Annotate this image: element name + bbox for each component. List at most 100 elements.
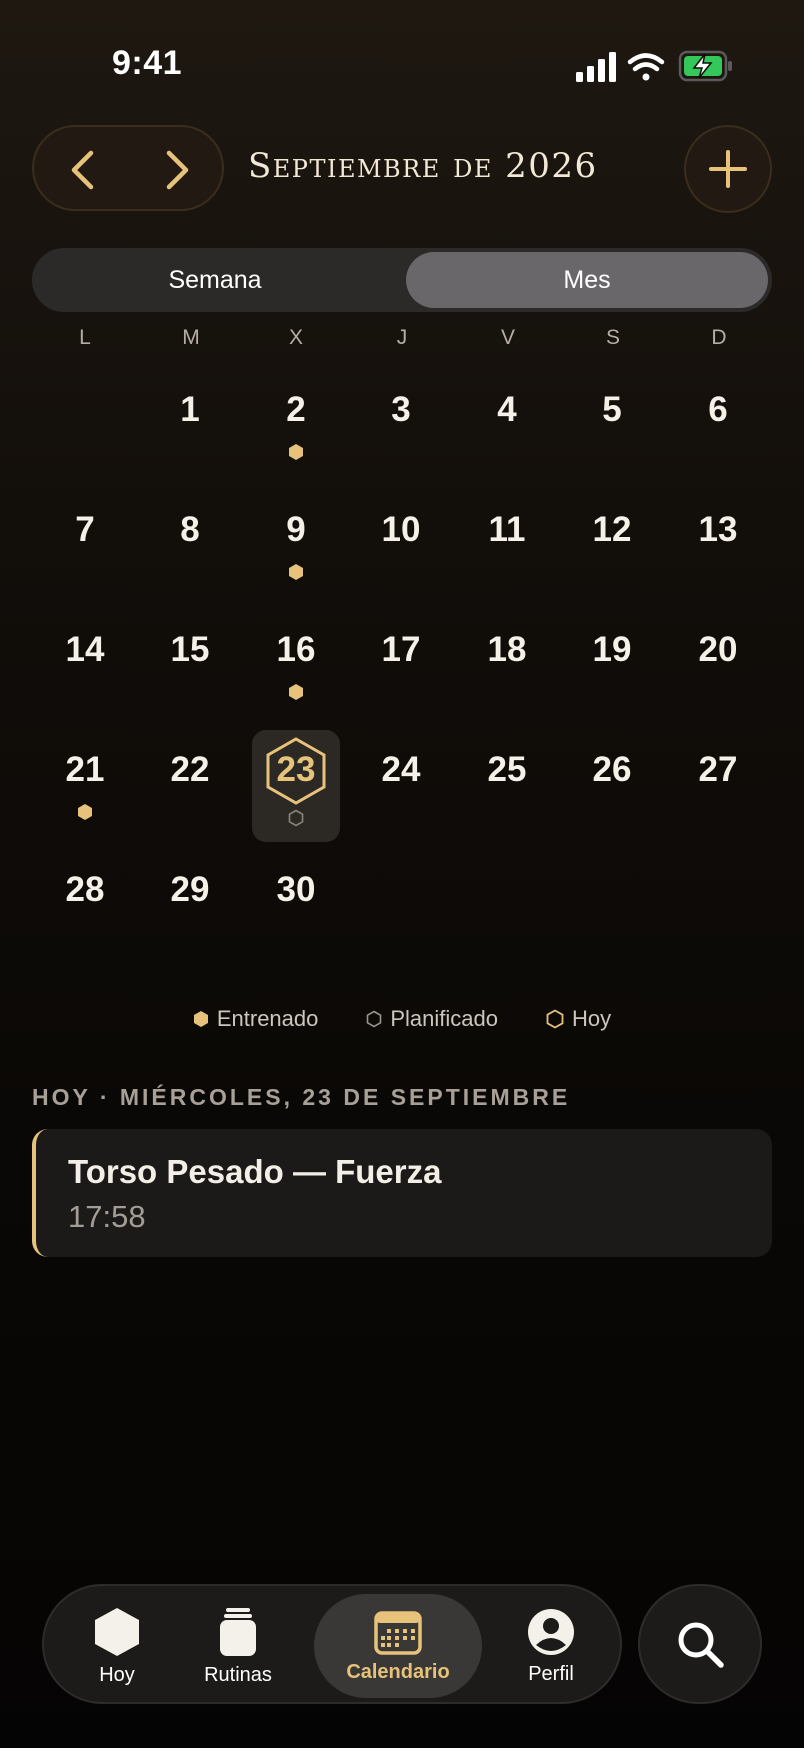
- tab-calendario[interactable]: Calendario: [314, 1594, 482, 1698]
- day-number: 3: [391, 390, 411, 429]
- workout-card[interactable]: Torso Pesado — Fuerza 17:58: [32, 1129, 772, 1257]
- calendar-day[interactable]: 21: [35, 740, 135, 850]
- calendar-day[interactable]: 20: [668, 620, 768, 730]
- calendar-day[interactable]: 5: [562, 380, 662, 490]
- calendar-day[interactable]: 19: [562, 620, 662, 730]
- planned-marker-icon: [288, 809, 304, 827]
- day-number: 24: [381, 750, 421, 789]
- day-number: 28: [65, 870, 105, 909]
- calendar-day[interactable]: 17: [351, 620, 451, 730]
- legend-planned-label: Planificado: [390, 1006, 499, 1031]
- workout-time: 17:58: [68, 1199, 146, 1234]
- tab-hoy[interactable]: Hoy: [62, 1594, 172, 1698]
- tab-bar: Hoy Rutinas Calendario Perfil: [42, 1584, 622, 1704]
- day-number: 16: [276, 630, 316, 669]
- trained-marker-icon: [289, 564, 303, 580]
- month-navigation: [32, 125, 224, 211]
- day-number: 17: [381, 630, 421, 669]
- weekday-label: X: [288, 326, 303, 349]
- profile-icon: [528, 1608, 574, 1655]
- weekday-label: M: [182, 326, 200, 349]
- calendar-day[interactable]: 3: [351, 380, 451, 490]
- calendar-day[interactable]: 27: [668, 740, 768, 850]
- day-number: 8: [180, 510, 200, 549]
- calendar-day[interactable]: 4: [457, 380, 557, 490]
- weekday-label: S: [605, 326, 620, 349]
- legend-trained-label: Entrenado: [216, 1006, 319, 1031]
- tab-label: Hoy: [99, 1663, 135, 1686]
- search-button[interactable]: [638, 1584, 762, 1704]
- tab-week[interactable]: Semana: [36, 252, 394, 308]
- day-number: 19: [592, 630, 632, 669]
- calendar-day[interactable]: 8: [140, 500, 240, 610]
- calendar-day[interactable]: 2: [246, 380, 346, 490]
- day-number: 15: [170, 630, 210, 669]
- legend-planned: Planificado: [366, 1006, 498, 1032]
- calendar-day[interactable]: 6: [668, 380, 768, 490]
- calendar-day[interactable]: 29: [140, 860, 240, 970]
- day-number: 23: [276, 750, 316, 789]
- calendar-day[interactable]: 22: [140, 740, 240, 850]
- calendar-grid: 1 2 3 4 5 6 7 8 9 10 11 12 13 14 15 16 17 18 19 20 21 22 23 24 2…: [0, 380, 804, 940]
- calendar-day[interactable]: 25: [457, 740, 557, 850]
- calendar-day[interactable]: 10: [351, 500, 451, 610]
- search-icon: [678, 1622, 724, 1668]
- day-number: 4: [497, 390, 517, 429]
- trained-marker-icon: [289, 444, 303, 460]
- today-hexagon-icon: [546, 1009, 564, 1029]
- day-number: 2: [286, 390, 306, 429]
- tab-label: Calendario: [346, 1660, 450, 1683]
- weekday-label: L: [79, 326, 91, 349]
- battery-icon: [678, 50, 732, 82]
- day-number: 11: [488, 510, 526, 549]
- calendar-day[interactable]: 7: [35, 500, 135, 610]
- section-title: HOY · MIÉRCOLES, 23 DE SEPTIEMBRE: [32, 1084, 571, 1110]
- calendar-legend: Entrenado Planificado Hoy: [0, 1006, 804, 1032]
- tab-month[interactable]: Mes: [406, 252, 768, 308]
- trained-marker-icon: [78, 804, 92, 820]
- day-number: 13: [698, 510, 738, 549]
- calendar-day[interactable]: 12: [562, 500, 662, 610]
- calendar-day[interactable]: 30: [246, 860, 346, 970]
- day-number: 5: [602, 390, 622, 429]
- add-workout-button[interactable]: [684, 125, 772, 213]
- calendar-day[interactable]: 15: [140, 620, 240, 730]
- calendar-day[interactable]: 11: [457, 500, 557, 610]
- legend-trained: Entrenado: [193, 1006, 319, 1032]
- tab-rutinas[interactable]: Rutinas: [182, 1594, 294, 1698]
- calendar-day[interactable]: 24: [351, 740, 451, 850]
- signal-icon: [576, 52, 616, 82]
- day-number: 29: [170, 870, 210, 909]
- calendar-day[interactable]: 18: [457, 620, 557, 730]
- trained-marker-icon: [289, 684, 303, 700]
- calendar-day[interactable]: 28: [35, 860, 135, 970]
- calendar-day-today[interactable]: 23: [246, 737, 346, 850]
- view-segmented-control: Semana Mes: [32, 248, 772, 312]
- plus-icon: [709, 150, 747, 188]
- day-number: 1: [180, 390, 200, 429]
- calendar-day[interactable]: 26: [562, 740, 662, 850]
- weekday-label: V: [500, 326, 515, 349]
- calendar-day[interactable]: 1: [140, 380, 240, 490]
- tab-perfil[interactable]: Perfil: [496, 1594, 606, 1698]
- day-number: 7: [75, 510, 95, 549]
- calendar-day[interactable]: 14: [35, 620, 135, 730]
- wifi-icon: [627, 53, 665, 81]
- calendar-day[interactable]: 9: [246, 500, 346, 610]
- next-month-button[interactable]: [130, 127, 226, 213]
- hexagon-icon: [95, 1607, 139, 1656]
- day-number: 21: [65, 750, 105, 789]
- day-number: 10: [381, 510, 421, 549]
- previous-month-button[interactable]: [34, 127, 130, 213]
- day-number: 14: [65, 630, 105, 669]
- tab-label: Perfil: [528, 1662, 574, 1685]
- day-number: 22: [170, 750, 210, 789]
- jar-icon: [220, 1607, 256, 1656]
- day-number: 20: [698, 630, 738, 669]
- weekday-label: J: [396, 326, 408, 349]
- chevron-right-icon: [166, 150, 189, 190]
- calendar-day[interactable]: 16: [246, 620, 346, 730]
- day-number: 12: [592, 510, 632, 549]
- status-time: 9:41: [112, 44, 183, 82]
- calendar-day[interactable]: 13: [668, 500, 768, 610]
